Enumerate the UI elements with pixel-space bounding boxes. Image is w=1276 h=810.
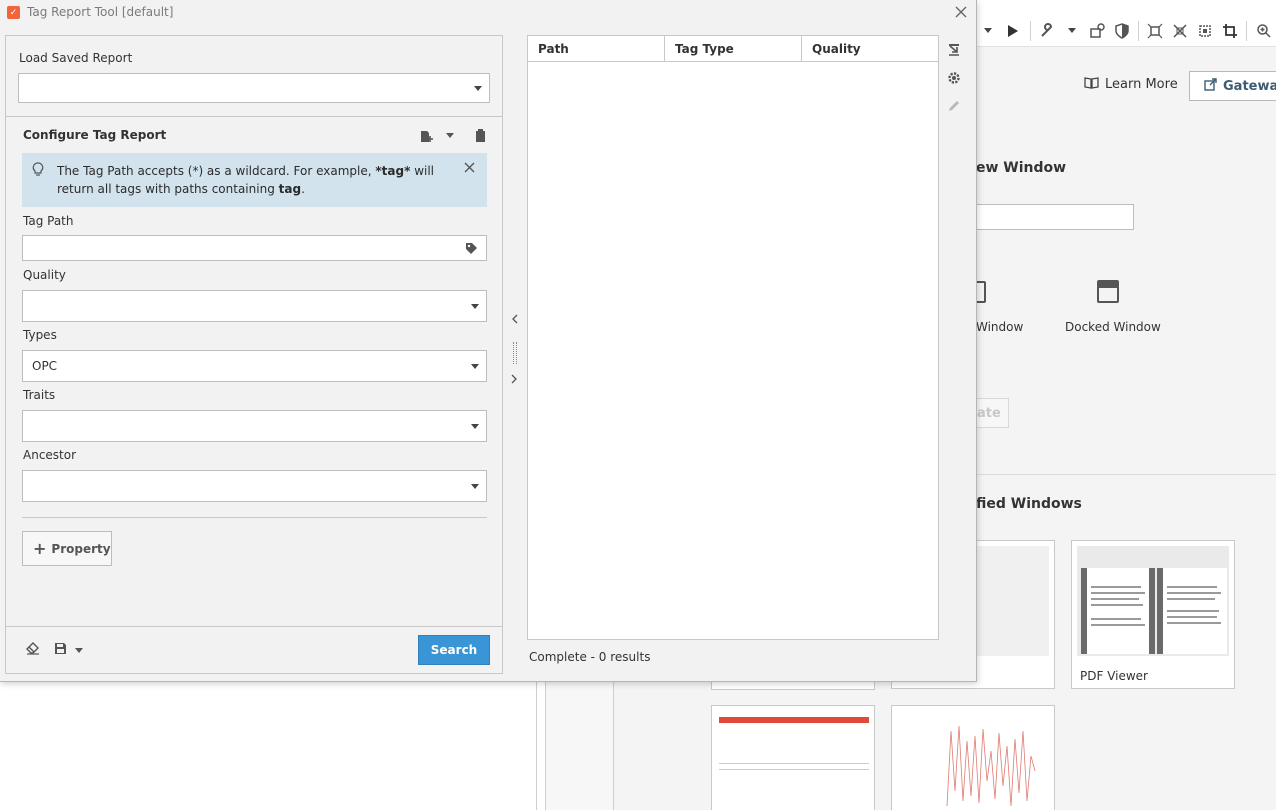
select-bounds-icon[interactable] — [1143, 17, 1168, 45]
learn-more-link[interactable]: Learn More — [1084, 76, 1178, 93]
designer-toolbar — [976, 16, 1276, 46]
add-report-icon[interactable] — [418, 128, 434, 144]
designer-divider — [613, 682, 614, 810]
chevron-down-icon — [471, 484, 479, 489]
chevron-left-icon[interactable] — [511, 314, 518, 327]
new-window-title: ew Window — [976, 160, 1067, 176]
tag-report-tool-window: ✓ Tag Report Tool [default] Load Saved R… — [0, 0, 977, 682]
chevron-down-icon — [471, 424, 479, 429]
plus-icon: + — [33, 539, 47, 558]
results-table: Path Tag Type Quality — [527, 35, 939, 640]
external-link-icon — [1204, 77, 1217, 95]
column-header-path[interactable]: Path — [528, 36, 665, 61]
configure-panel: Load Saved Report Configure Tag Report T… — [5, 35, 503, 674]
chevron-right-icon[interactable] — [511, 374, 518, 387]
pencil-icon[interactable] — [945, 96, 963, 116]
gear-share-icon[interactable] — [1084, 17, 1109, 45]
book-icon — [1084, 76, 1099, 93]
lightbulb-icon — [32, 162, 46, 176]
designer-divider — [545, 682, 546, 810]
export-icon[interactable] — [945, 40, 963, 60]
new-window-name-input[interactable] — [976, 204, 1134, 230]
modified-windows-title: fied Windows — [976, 496, 1082, 512]
window-titlebar[interactable]: ✓ Tag Report Tool [default] — [0, 0, 976, 26]
fit-icon[interactable] — [1193, 17, 1218, 45]
chevron-down-icon — [471, 304, 479, 309]
configure-tag-report-title: Configure Tag Report — [23, 128, 167, 142]
panel-split-handle[interactable] — [508, 310, 522, 400]
add-property-button[interactable]: + Property — [22, 531, 112, 566]
load-saved-report-label: Load Saved Report — [19, 51, 133, 65]
gear-icon[interactable] — [945, 68, 963, 88]
column-header-quality[interactable]: Quality — [802, 36, 938, 61]
chevron-down-icon — [474, 86, 482, 91]
window-thumbnail[interactable] — [711, 682, 875, 690]
learn-more-label: Learn More — [1105, 77, 1178, 92]
tag-path-label: Tag Path — [23, 214, 74, 228]
wrench-icon[interactable] — [1035, 17, 1060, 45]
tag-path-input[interactable] — [22, 235, 487, 261]
traits-dropdown[interactable] — [22, 410, 487, 442]
search-button[interactable]: Search — [418, 635, 490, 665]
zoom-in-icon[interactable] — [1251, 17, 1276, 45]
chevron-down-icon[interactable] — [75, 643, 83, 657]
dropdown-arrow-icon[interactable] — [1059, 17, 1084, 45]
save-icon[interactable] — [54, 642, 67, 658]
dismiss-tip-button[interactable] — [462, 160, 476, 174]
thumbnail-image — [977, 546, 1049, 656]
crop-icon[interactable] — [1217, 17, 1242, 45]
shield-icon[interactable] — [1109, 17, 1134, 45]
designer-divider — [536, 682, 537, 810]
docked-window-icon[interactable] — [1097, 280, 1119, 303]
footer-toolbar — [26, 642, 83, 658]
eraser-icon[interactable] — [26, 642, 40, 658]
wildcard-tip-banner: The Tag Path accepts (*) as a wildcard. … — [22, 153, 487, 207]
thumbnail-caption: PDF Viewer — [1080, 669, 1148, 683]
window-thumbnail[interactable] — [711, 705, 875, 810]
play-icon[interactable] — [1001, 17, 1026, 45]
configure-toolbar — [418, 128, 488, 144]
thumbnail-image — [717, 711, 869, 810]
types-selected-value: OPC — [32, 359, 58, 373]
shrink-icon[interactable] — [1168, 17, 1193, 45]
types-dropdown[interactable]: OPC — [22, 350, 487, 382]
docked-window-label: Docked Window — [1065, 320, 1161, 334]
window-title: Tag Report Tool [default] — [27, 5, 174, 19]
traits-label: Traits — [23, 388, 56, 402]
thumbnail-image — [897, 711, 1049, 810]
designer-side-column — [546, 682, 613, 810]
add-property-label: Property — [51, 541, 111, 556]
window-thumbnail[interactable] — [891, 705, 1055, 810]
ancestor-dropdown[interactable] — [22, 470, 487, 502]
app-logo-icon: ✓ — [7, 6, 20, 19]
load-saved-report-dropdown[interactable] — [18, 73, 490, 103]
wildcard-tip-text: The Tag Path accepts (*) as a wildcard. … — [57, 164, 435, 196]
column-header-tag-type[interactable]: Tag Type — [665, 36, 802, 61]
results-side-toolbar — [944, 40, 964, 116]
quality-label: Quality — [23, 268, 66, 282]
chevron-down-icon — [471, 364, 479, 369]
results-status: Complete - 0 results — [529, 650, 651, 664]
main-window-label: Window — [976, 320, 1024, 334]
results-table-header: Path Tag Type Quality — [528, 36, 938, 62]
close-icon — [464, 162, 474, 172]
gateway-button[interactable]: Gateway — [1189, 71, 1276, 101]
clipboard-icon[interactable] — [472, 128, 488, 144]
quality-dropdown[interactable] — [22, 290, 487, 322]
ancestor-label: Ancestor — [23, 448, 77, 462]
thumbnail-image — [1077, 546, 1229, 656]
create-button[interactable]: ate — [976, 398, 1009, 428]
dropdown-arrow-icon[interactable] — [976, 17, 1001, 45]
window-thumbnail-pdf-viewer[interactable]: PDF Viewer — [1071, 540, 1235, 689]
close-window-button[interactable] — [951, 2, 971, 22]
chevron-down-icon[interactable] — [442, 128, 458, 144]
drag-grip-icon[interactable] — [513, 342, 517, 364]
types-label: Types — [23, 328, 57, 342]
close-icon — [955, 6, 967, 18]
gateway-label: Gateway — [1223, 78, 1276, 94]
tag-browse-icon[interactable] — [465, 242, 478, 258]
